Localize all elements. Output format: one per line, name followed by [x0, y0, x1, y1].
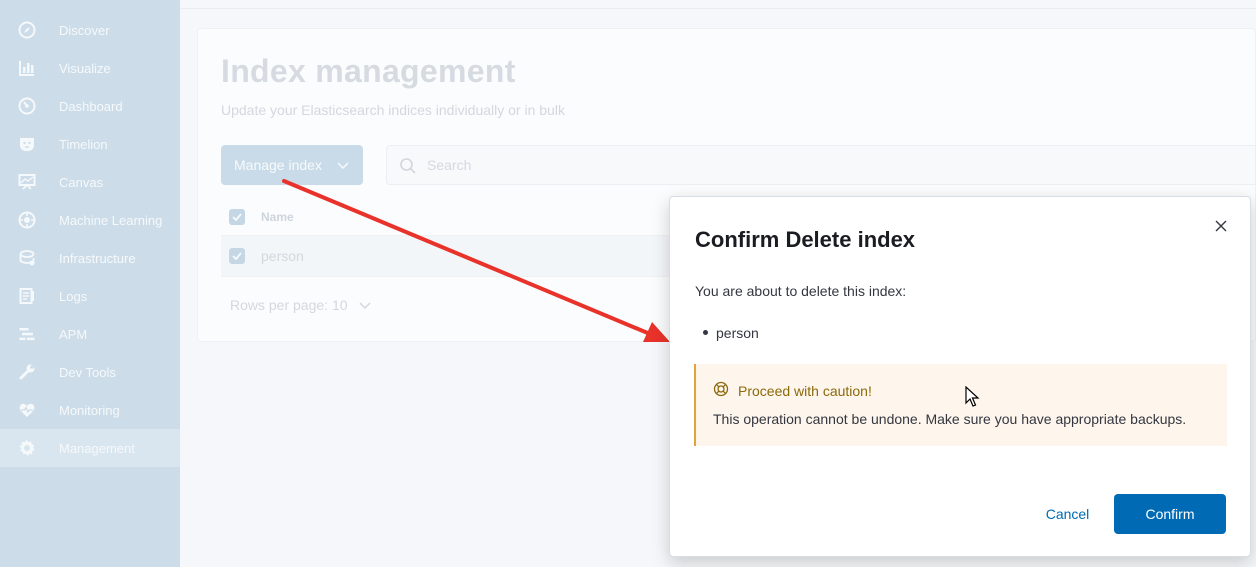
sidebar-item-label: Canvas	[59, 174, 104, 190]
sidebar-item-machine-learning[interactable]: Machine Learning	[0, 201, 180, 239]
sidebar-item-visualize[interactable]: Visualize	[0, 49, 180, 87]
sidebar-item-label: Dashboard	[59, 98, 123, 114]
sidebar-item-dev-tools[interactable]: Dev Tools	[0, 353, 180, 391]
check-icon	[232, 213, 242, 222]
sidebar-item-infrastructure[interactable]: Infrastructure	[0, 239, 180, 277]
chevron-down-icon	[337, 162, 349, 170]
sidebar-item-timelion[interactable]: Timelion	[0, 125, 180, 163]
sidebar-item-label: Dev Tools	[59, 364, 116, 380]
timelion-icon	[18, 135, 36, 153]
close-icon[interactable]	[1213, 218, 1229, 234]
select-all-checkbox[interactable]	[229, 209, 245, 225]
heartbeat-icon	[18, 401, 36, 419]
index-name-link[interactable]: person	[261, 248, 304, 264]
page-subtitle: Update your Elasticsearch indices indivi…	[221, 102, 565, 118]
logs-icon	[18, 287, 36, 305]
modal-intro-text: You are about to delete this index:	[695, 283, 907, 299]
callout-text: This operation cannot be undone. Make su…	[713, 411, 1187, 427]
apm-icon	[18, 325, 36, 343]
confirm-delete-modal: Confirm Delete index You are about to de…	[669, 196, 1251, 557]
sidebar-item-apm[interactable]: APM	[0, 315, 180, 353]
sidebar-item-label: APM	[59, 326, 88, 342]
manage-index-button[interactable]: Manage index	[221, 145, 363, 185]
sidebar-item-management[interactable]: Management	[0, 429, 180, 467]
sidebar-item-label: Timelion	[59, 136, 108, 152]
modal-title: Confirm Delete index	[695, 227, 916, 252]
mouse-cursor-icon	[965, 386, 980, 407]
sidebar-item-label: Logs	[59, 288, 88, 304]
sidebar-item-dashboard[interactable]: Dashboard	[0, 87, 180, 125]
dashboard-icon	[18, 97, 36, 115]
header-divider	[180, 8, 1256, 9]
warning-callout: Proceed with caution! This operation can…	[694, 364, 1227, 446]
page-title: Index management	[221, 53, 516, 89]
manage-index-label: Manage index	[234, 157, 322, 173]
check-icon	[232, 252, 242, 261]
sidebar-item-label: Discover	[59, 22, 110, 38]
callout-title: Proceed with caution!	[738, 383, 872, 399]
confirm-button[interactable]: Confirm	[1114, 494, 1226, 534]
row-checkbox[interactable]	[229, 248, 245, 264]
sidebar-item-discover[interactable]: Discover	[0, 11, 180, 49]
sidebar-item-logs[interactable]: Logs	[0, 277, 180, 315]
machine-learning-icon	[18, 211, 36, 229]
sidebar-item-label: Infrastructure	[59, 250, 136, 266]
table-divider	[221, 276, 691, 277]
lifebuoy-icon	[713, 381, 729, 397]
rows-per-page-selector[interactable]: Rows per page: 10	[230, 297, 348, 313]
sidebar-item-label: Machine Learning	[59, 212, 163, 228]
sidebar-item-label: Visualize	[59, 60, 111, 76]
list-bullet	[703, 330, 708, 335]
wrench-icon	[18, 363, 36, 381]
search-field[interactable]	[386, 145, 1256, 185]
sidebar: Discover Visualize Dashboard Timelion Ca…	[0, 0, 180, 567]
cancel-button[interactable]: Cancel	[1035, 494, 1100, 534]
canvas-icon	[18, 173, 36, 191]
column-header-name[interactable]: Name	[261, 210, 294, 224]
infrastructure-icon	[18, 249, 36, 267]
sidebar-item-label: Management	[59, 440, 135, 456]
compass-icon	[18, 21, 36, 39]
search-input[interactable]	[427, 155, 727, 175]
list-item: person	[716, 325, 759, 341]
sidebar-item-label: Monitoring	[59, 402, 120, 418]
sidebar-item-canvas[interactable]: Canvas	[0, 163, 180, 201]
gear-icon	[18, 439, 36, 457]
chevron-down-icon[interactable]	[358, 298, 372, 312]
sidebar-item-monitoring[interactable]: Monitoring	[0, 391, 180, 429]
search-icon	[400, 158, 416, 174]
chart-icon	[18, 59, 36, 77]
